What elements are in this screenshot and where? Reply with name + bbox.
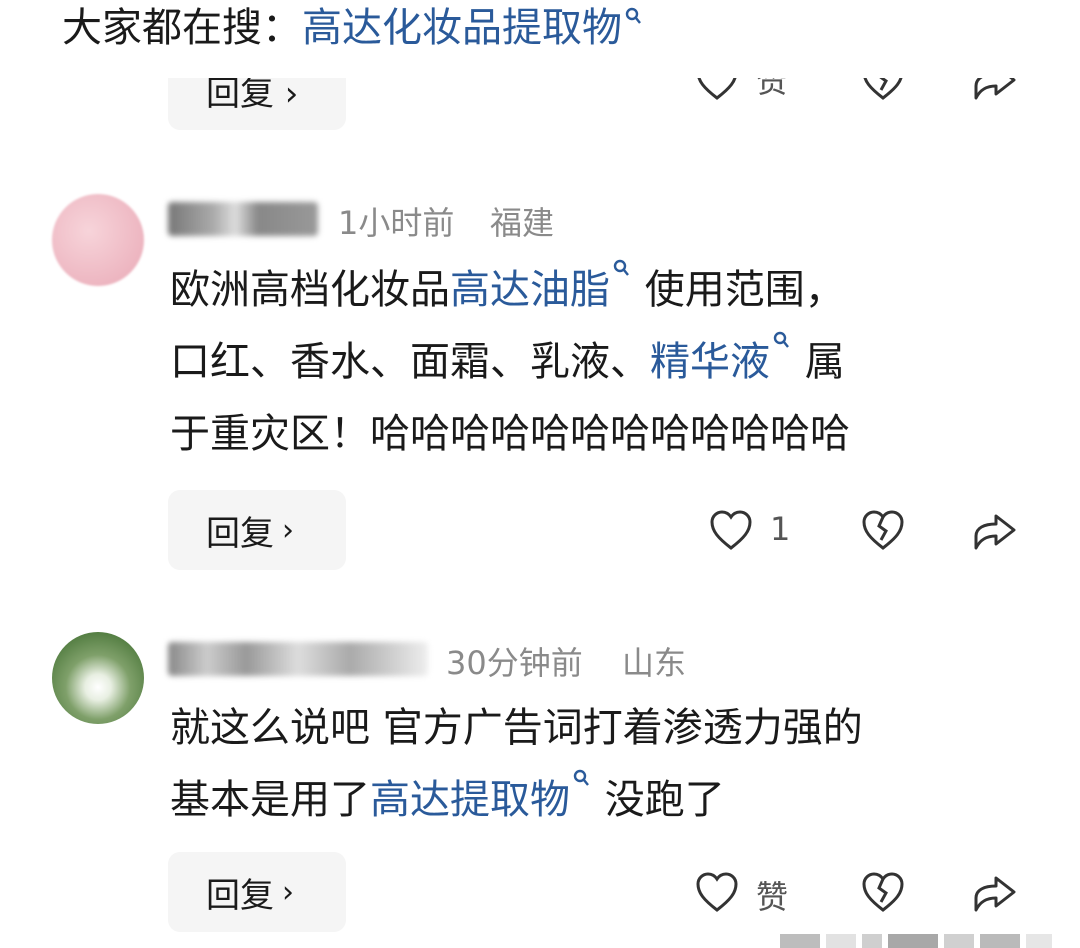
comment-line: 于重灾区！哈哈哈哈哈哈哈哈哈哈哈哈 bbox=[170, 411, 850, 457]
watermark-block bbox=[1026, 934, 1052, 948]
heart-icon[interactable] bbox=[708, 508, 754, 554]
comment-item: 30分钟前 山东 就这么说吧 官方广告词打着渗透力强的 基本是用了高达提取物 没… bbox=[0, 620, 1080, 932]
reply-label: 回复 › bbox=[206, 78, 299, 114]
partial-action-row: 回复 › 赞 bbox=[0, 78, 1080, 134]
watermark-block bbox=[944, 934, 974, 948]
chevron-right-icon: › bbox=[282, 512, 294, 548]
chevron-right-icon: › bbox=[282, 874, 294, 910]
like-label: 赞 bbox=[756, 78, 789, 100]
reply-button[interactable]: 回复 › bbox=[168, 490, 346, 570]
avatar[interactable] bbox=[52, 632, 144, 724]
reply-button[interactable]: 回复 › bbox=[168, 852, 346, 932]
watermark-block bbox=[862, 934, 882, 948]
comment-time: 30分钟前 bbox=[446, 644, 583, 682]
comment-line: 口红、香水、面霜、乳液、精华液 属 bbox=[170, 326, 850, 398]
comment-location: 山东 bbox=[622, 644, 687, 682]
comment-location: 福建 bbox=[490, 204, 555, 242]
search-icon bbox=[572, 768, 592, 788]
broken-heart-icon[interactable] bbox=[860, 508, 906, 554]
comment-line: 基本是用了高达提取物 没跑了 bbox=[170, 764, 863, 836]
comment-time: 1小时前 bbox=[338, 204, 455, 242]
share-icon[interactable] bbox=[972, 870, 1018, 916]
like-count: 1 bbox=[770, 510, 791, 548]
heart-icon[interactable] bbox=[694, 870, 740, 916]
search-icon bbox=[612, 258, 632, 278]
search-icon bbox=[772, 330, 792, 350]
topic-link[interactable]: 精华液 bbox=[650, 339, 770, 385]
comment-line: 就这么说吧 官方广告词打着渗透力强的 bbox=[170, 705, 863, 751]
broken-heart-icon[interactable] bbox=[860, 870, 906, 916]
search-icon bbox=[624, 6, 644, 26]
username-blurred[interactable] bbox=[168, 642, 428, 676]
watermark-block bbox=[826, 934, 856, 948]
search-prefix: 大家都在搜： bbox=[62, 5, 302, 51]
comment-item: 1小时前 福建 欧洲高档化妆品高达油脂 使用范围， 口红、香水、面霜、乳液、精华… bbox=[0, 180, 1080, 580]
broken-heart-icon[interactable] bbox=[860, 78, 906, 104]
search-suggestion[interactable]: 大家都在搜：高达化妆品提取物 bbox=[62, 2, 644, 54]
topic-link[interactable]: 高达油脂 bbox=[450, 267, 610, 313]
watermark-block bbox=[888, 934, 938, 948]
comment-body: 就这么说吧 官方广告词打着渗透力强的 基本是用了高达提取物 没跑了 bbox=[170, 692, 863, 836]
watermark-block bbox=[780, 934, 820, 948]
comment-line: 欧洲高档化妆品高达油脂 使用范围， bbox=[170, 254, 850, 326]
search-query-link[interactable]: 高达化妆品提取物 bbox=[302, 5, 622, 51]
watermark-block bbox=[980, 934, 1020, 948]
like-label: 赞 bbox=[756, 878, 789, 916]
topic-link[interactable]: 高达提取物 bbox=[370, 777, 570, 823]
heart-icon[interactable] bbox=[694, 78, 740, 104]
reply-label: 回复 bbox=[206, 513, 274, 554]
username-blurred[interactable] bbox=[168, 202, 318, 236]
reply-button[interactable]: 回复 › bbox=[168, 78, 346, 130]
share-icon[interactable] bbox=[972, 508, 1018, 554]
share-icon[interactable] bbox=[972, 78, 1018, 104]
watermark-strip bbox=[780, 934, 1080, 948]
reply-label: 回复 bbox=[206, 875, 274, 916]
comment-body: 欧洲高档化妆品高达油脂 使用范围， 口红、香水、面霜、乳液、精华液 属 于重灾区… bbox=[170, 254, 850, 470]
avatar[interactable] bbox=[52, 194, 144, 286]
